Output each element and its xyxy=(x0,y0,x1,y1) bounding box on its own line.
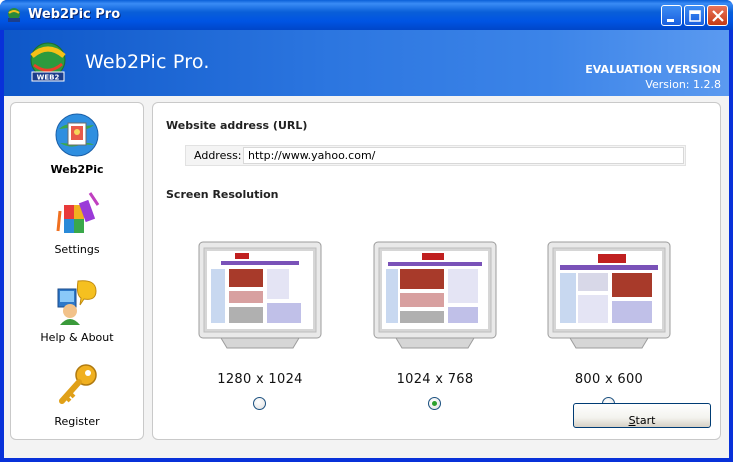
sidebar-item-settings[interactable]: Settings xyxy=(11,191,143,271)
start-button[interactable]: Start xyxy=(573,403,711,428)
app-icon xyxy=(8,8,20,22)
monitor-preview-800 xyxy=(547,241,671,349)
resolution-section-title: Screen Resolution xyxy=(166,188,279,201)
start-button-label: tart xyxy=(635,414,656,427)
maximize-icon xyxy=(689,10,701,22)
address-bar: Address: xyxy=(185,145,686,166)
header-banner: WEB2 Web2Pic Pro. EVALUATION VERSION Ver… xyxy=(4,30,729,96)
resolution-label: 1024 x 768 xyxy=(396,372,474,387)
monitor-preview-1280 xyxy=(198,241,322,349)
resolution-option-800: 800 x 600 xyxy=(546,241,672,411)
app-window: Web2Pic Pro WEB2 Web2Pic Pro. EVALUATION… xyxy=(0,0,733,462)
title-bar[interactable]: Web2Pic Pro xyxy=(0,0,733,30)
sidebar-item-register[interactable]: Register xyxy=(11,361,143,441)
sidebar-item-label: Web2Pic xyxy=(50,163,104,176)
settings-icon xyxy=(56,192,100,233)
resolution-option-1024: 1024 x 768 xyxy=(372,241,498,411)
address-input[interactable] xyxy=(243,147,684,164)
resolution-option-1280: 1280 x 1024 xyxy=(197,241,323,411)
maximize-button[interactable] xyxy=(684,5,705,26)
start-mnemonic: S xyxy=(628,414,636,427)
key-icon xyxy=(59,364,97,404)
resolution-radio-1024[interactable] xyxy=(428,397,441,410)
sidebar-item-help-about[interactable]: Help & About xyxy=(11,277,143,357)
main-panel: Website address (URL) Address: Screen Re… xyxy=(152,102,721,440)
resolution-label: 1280 x 1024 xyxy=(217,372,303,387)
version-label: Version: 1.2.8 xyxy=(645,78,721,91)
sidebar-item-web2pic[interactable]: Web2Pic xyxy=(11,111,143,191)
resolution-radio-1280[interactable] xyxy=(253,397,266,410)
monitor-preview-1024 xyxy=(373,241,497,349)
web2pic-logo: WEB2 xyxy=(30,42,66,82)
banner-title: Web2Pic Pro. xyxy=(85,51,210,73)
sidebar: Web2Pic Settings Help & About Register xyxy=(10,102,144,440)
sidebar-item-label: Help & About xyxy=(40,331,114,344)
url-section-title: Website address (URL) xyxy=(166,119,308,132)
address-label: Address: xyxy=(194,149,242,162)
close-button[interactable] xyxy=(707,5,728,26)
web2pic-icon xyxy=(55,113,99,157)
minimize-icon xyxy=(667,19,674,22)
window-title: Web2Pic Pro xyxy=(28,7,121,22)
close-icon xyxy=(712,10,724,22)
help-icon xyxy=(57,280,97,325)
edition-label: EVALUATION VERSION xyxy=(585,63,721,76)
minimize-button[interactable] xyxy=(661,5,682,26)
client-area: WEB2 Web2Pic Pro. EVALUATION VERSION Ver… xyxy=(4,30,729,458)
svg-text:WEB2: WEB2 xyxy=(37,74,60,82)
sidebar-item-label: Settings xyxy=(54,243,100,256)
resolution-label: 800 x 600 xyxy=(574,372,644,387)
sidebar-item-label: Register xyxy=(54,415,100,428)
